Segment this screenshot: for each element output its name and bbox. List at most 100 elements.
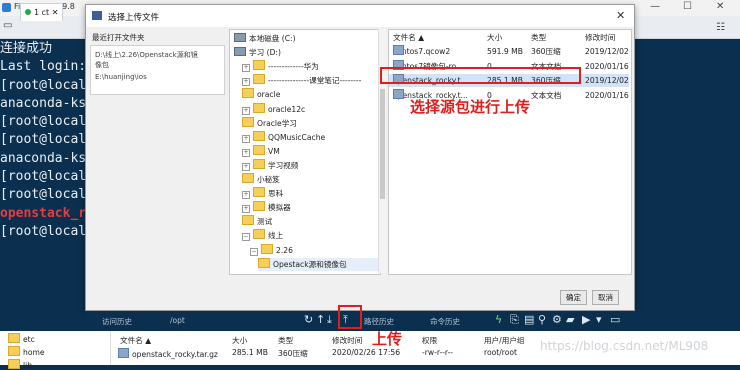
terminal-line: [root@local [0,223,86,239]
gear-icon[interactable]: ⚙ [552,313,562,326]
tree-item[interactable]: + 模拟器 [242,201,380,214]
expand-icon[interactable]: + [242,106,250,115]
tree-item-label: 2.26 [276,245,293,255]
column-header-mtime[interactable]: 修改时间 [585,32,615,43]
search-icon[interactable]: ⚲ [538,313,546,326]
tree-scrollbar[interactable] [378,29,386,273]
remote-file-size: 285.1 MB [232,348,268,357]
remote-header-perm[interactable]: 权限 [422,335,437,346]
tree-item[interactable]: + VM [242,144,380,158]
file-mtime: 2019/12/02 [585,47,629,56]
path-history-label[interactable]: 路径历史 [364,316,394,327]
tree-item[interactable]: + -------------华为 [242,60,380,73]
remote-file-perm: -rw-r--r-- [422,348,454,357]
tree-item[interactable]: − 线上 [242,229,380,242]
refresh-icon[interactable]: ↻ [304,313,313,326]
remote-file-mtime: 2020/02/26 17:56 [332,348,401,357]
app-logo-icon [2,3,11,12]
tree-item-label: 思科 [268,189,284,199]
grid-icon[interactable]: ☷ [716,22,725,33]
current-path[interactable]: /opt [170,316,185,325]
tree-item[interactable]: + 思科 [242,187,380,200]
file-mtime: 2020/01/16 [585,90,629,100]
terminal-line: [root@local [0,187,86,203]
column-header-size[interactable]: 大小 [487,32,502,43]
tree-scrollbar-thumb[interactable] [380,89,385,199]
tree-item[interactable]: Opestack源和镜像包 [258,257,380,271]
tree-item[interactable]: + QQMusicCache [242,130,380,144]
dialog-title-bar: 选择上传文件 ✕ [86,5,634,27]
recent-folder-item[interactable]: 像包 [95,60,109,70]
cancel-button[interactable]: 取消 [592,290,619,305]
tree-item-label: oracle12c [268,104,306,114]
tree-item[interactable]: 测试 [242,215,380,228]
window-icon[interactable]: ▭ [610,313,620,326]
dialog-title: 选择上传文件 [108,13,160,23]
remote-file-name[interactable]: openstack_rocky.tar.gz [118,348,218,359]
terminal-line: [root@local [0,169,86,185]
tree-item-label: Oracle学习 [257,118,297,128]
expand-icon[interactable]: + [242,191,250,200]
collapse-icon[interactable]: − [242,233,250,242]
lightning-icon[interactable]: ϟ [495,313,502,326]
folder-tree: 本地磁盘 (C:) 学习 (D:) + -------------华为 + -------… [229,29,381,275]
remote-header-mtime[interactable]: 修改时间 [332,335,362,346]
ok-button[interactable]: 确定 [560,290,587,305]
tree-item[interactable]: + 学习视频 [242,158,380,172]
drive-icon [234,47,246,57]
expand-icon[interactable]: + [242,148,250,157]
dir-tree-item[interactable]: etc [8,333,35,344]
tree-item[interactable]: oracle [242,88,380,101]
expand-icon[interactable]: + [242,134,250,143]
maximize-icon[interactable]: ☐ [683,1,692,12]
folder-icon [258,257,270,268]
up-dir-icon[interactable]: ↑ [316,313,325,326]
expand-icon[interactable]: + [242,78,250,87]
minimize-icon[interactable]: — [650,1,660,12]
terminal-line: [root@local [0,114,86,130]
column-header-type[interactable]: 类型 [531,32,546,43]
remote-header-type[interactable]: 类型 [278,335,293,346]
folder-icon[interactable]: ▭ [3,20,12,31]
access-history-label[interactable]: 访问历史 [102,316,132,327]
tree-item[interactable]: 小秘笈 [242,173,380,186]
tree-item[interactable]: 本地磁盘 (C:) [234,32,380,45]
folder-open-icon[interactable]: ▰ [566,313,574,326]
recent-folder-item[interactable]: E:\huanjing\ios [95,73,147,81]
command-history-label[interactable]: 命令历史 [430,316,460,327]
dialog-close-icon[interactable]: ✕ [616,9,625,22]
terminal-line: [root@local [0,77,86,93]
remote-header-size[interactable]: 大小 [232,335,247,346]
copy-icon[interactable]: ⎘ [510,313,519,327]
close-icon[interactable]: ✕ [716,1,724,12]
expand-icon[interactable]: + [242,205,250,214]
tree-item[interactable]: + oracle12c [242,102,380,116]
terminal-area-right[interactable] [645,40,740,310]
recent-folder-item[interactable]: D:\线上\2.26\Openstack源和镜 [95,50,198,60]
play-icon[interactable]: ▶ [582,313,590,326]
folder-icon [253,74,265,85]
upload-file-dialog: 选择上传文件 ✕ 最近打开文件夹 D:\线上\2.26\Openstack源和镜… [85,4,635,311]
dir-tree-item[interactable]: home [8,346,45,357]
file-list: 文件名 ▲ 大小 类型 修改时间 centos7.qcow2 591.9 MB 36… [388,29,632,275]
tree-item[interactable]: + ---------------课堂笔记-------- [242,74,380,87]
file-row[interactable]: centos7.qcow2 591.9 MB 360压缩 2019/12/02 [389,45,629,58]
tab-session[interactable]: 1 ct ✕ [20,3,64,21]
chevron-down-icon[interactable]: ▾ [596,313,602,326]
paste-icon[interactable]: ▤ [524,313,534,326]
collapse-icon[interactable]: − [250,247,258,256]
terminal-output[interactable]: 连接成功 Last login: [root@local anaconda-ks [ro… [0,40,86,310]
expand-icon[interactable]: + [242,162,250,171]
tree-item-label: 小秘笈 [257,175,280,184]
tree-item[interactable]: 学习 (D:) [234,46,380,59]
remote-header-owner[interactable]: 用户/用户组 [484,335,525,346]
download-icon[interactable]: ⤓ [327,313,332,327]
tree-item[interactable]: − 2.26 [250,243,380,257]
drive-icon [234,33,246,42]
remote-header-name[interactable]: 文件名 ▲ [120,335,151,346]
folder-icon [253,187,265,198]
tree-item[interactable]: Oracle学习 [242,116,380,130]
recent-folders-label: 最近打开文件夹 [92,33,145,42]
column-header-name[interactable]: 文件名 ▲ [393,32,424,43]
expand-icon[interactable]: + [242,64,250,73]
